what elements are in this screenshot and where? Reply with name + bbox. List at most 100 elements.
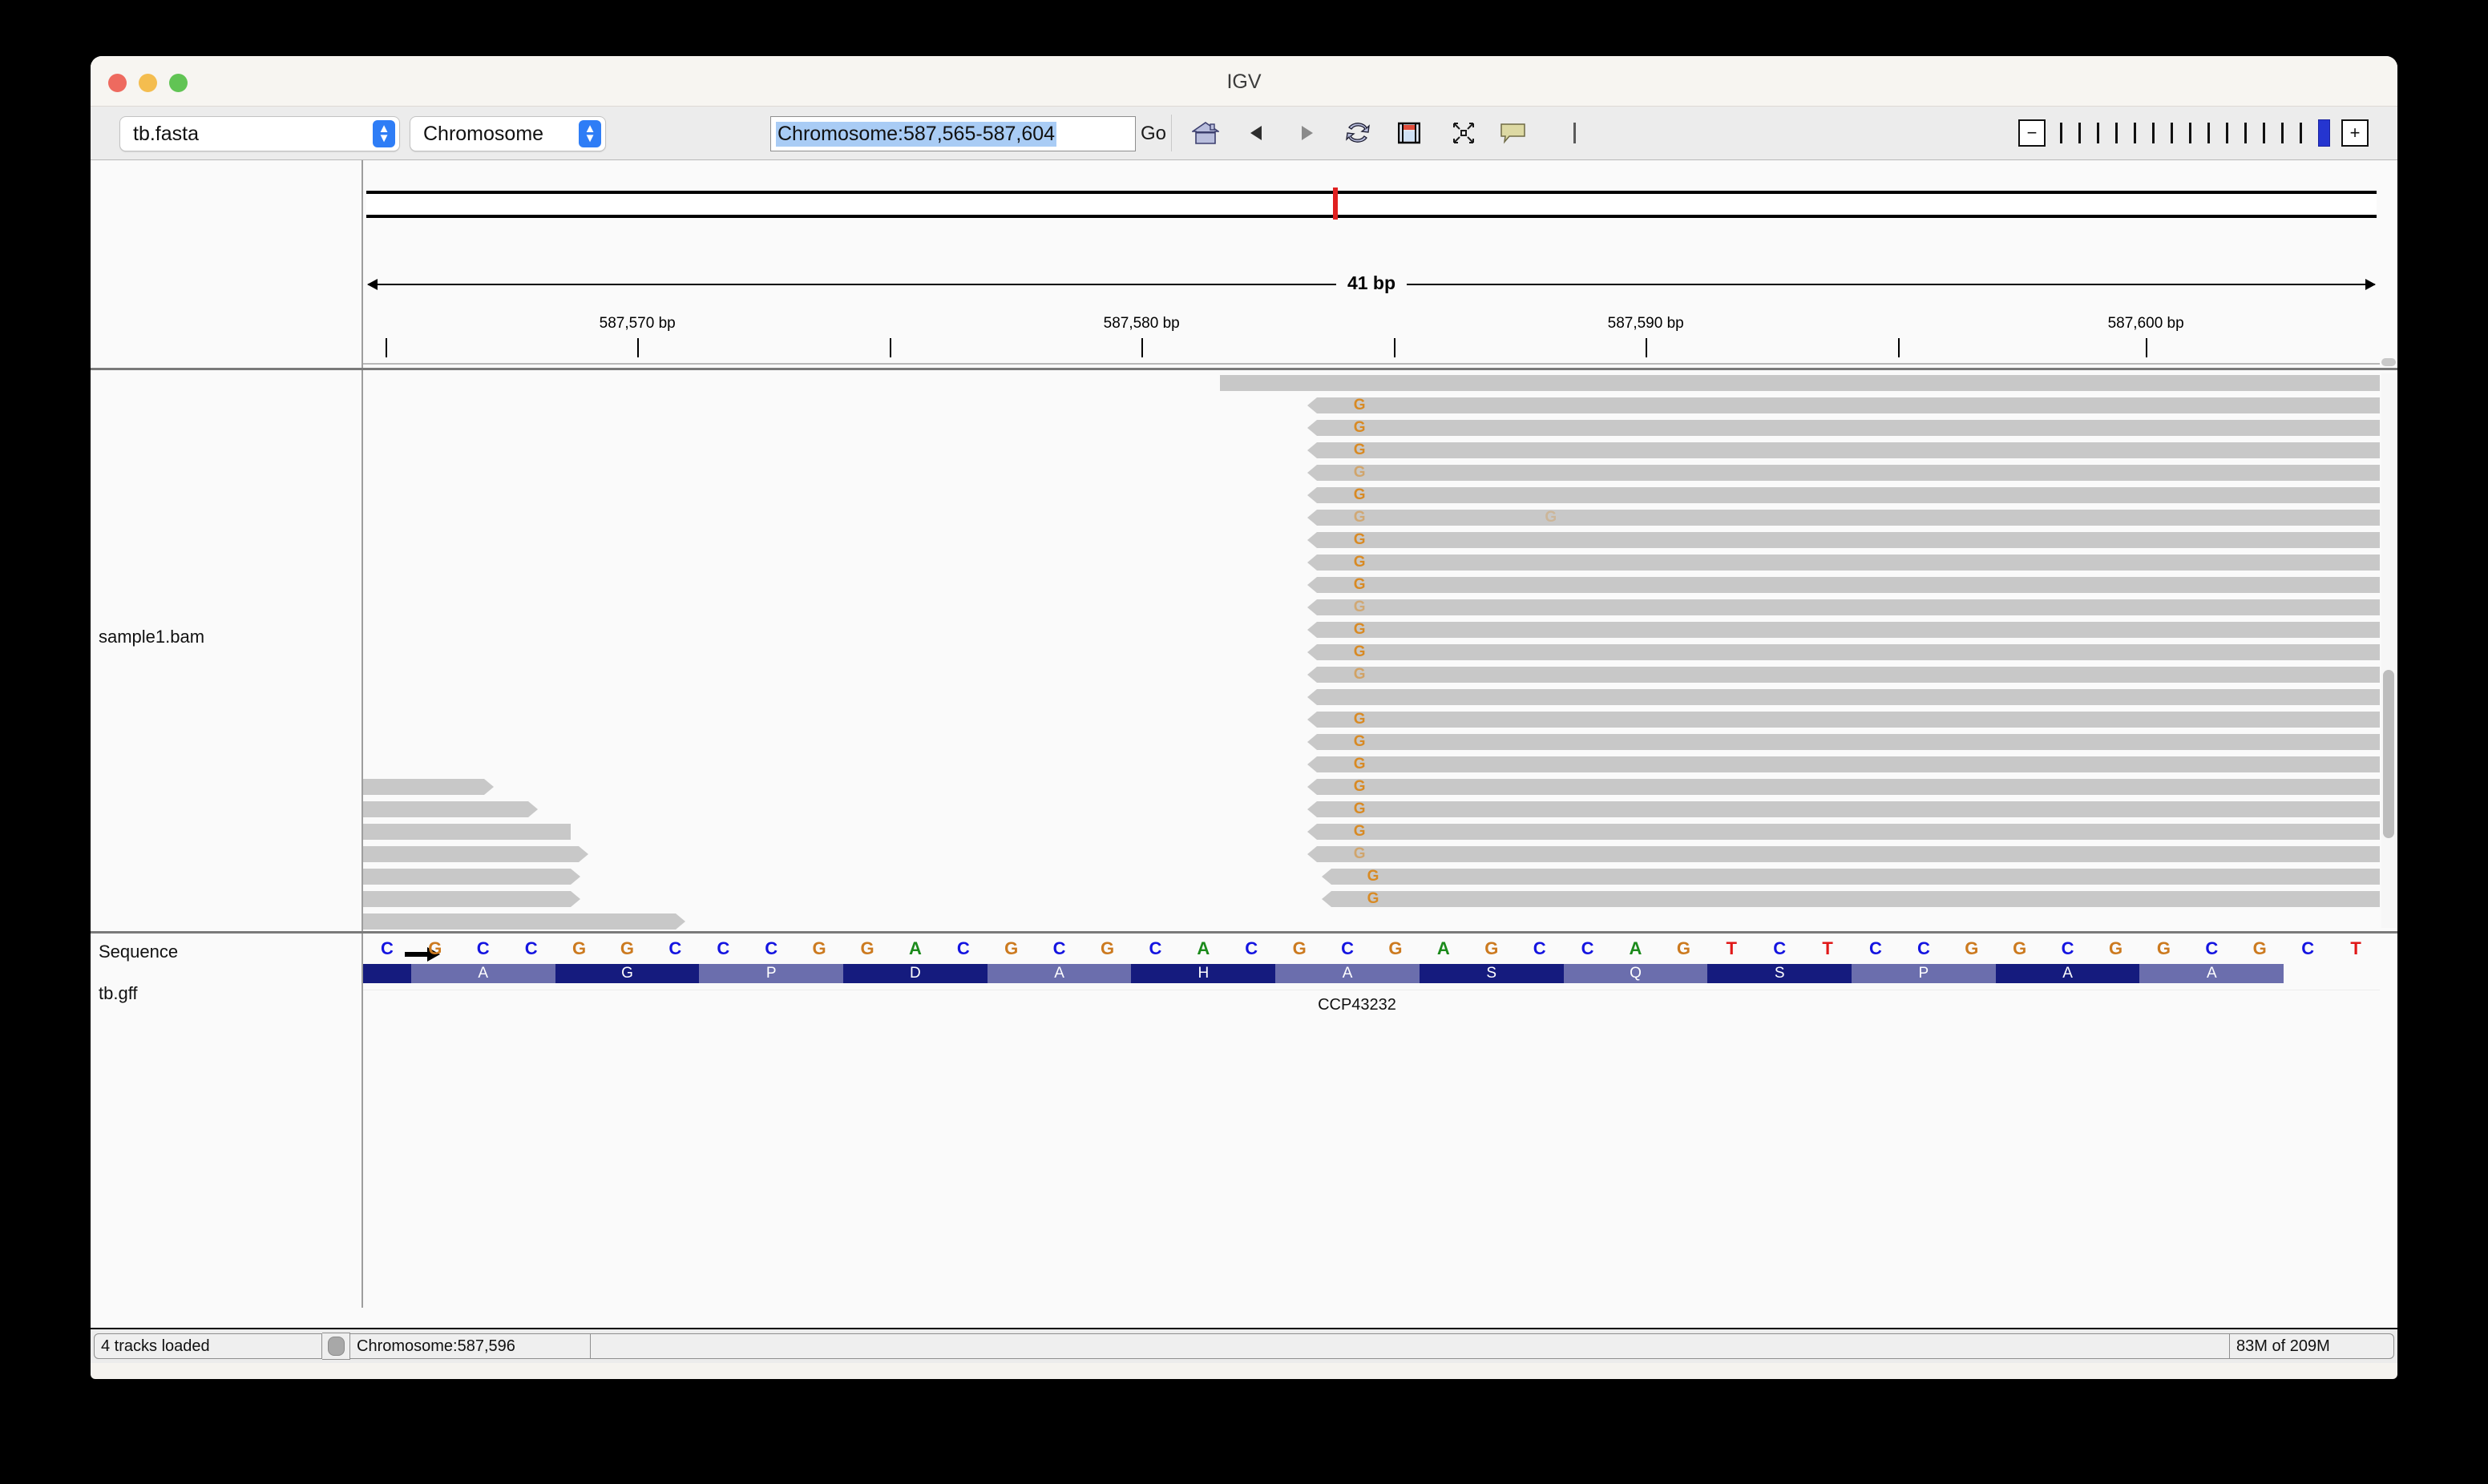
alignment-read[interactable]: G (1307, 397, 2380, 413)
zoom-in-button[interactable]: + (2341, 119, 2369, 147)
alignment-read[interactable]: G (1307, 442, 2380, 458)
alignment-read[interactable]: G (1307, 487, 2380, 503)
sequence-base: A (1436, 938, 1450, 958)
alignment-read[interactable]: G (1307, 644, 2380, 660)
alignment-reads-area[interactable]: GGGGGGGGGGGGGGGGGGGGGGG (363, 370, 2380, 931)
alignment-read[interactable]: G (1307, 622, 2380, 638)
read-mismatch-base: G (1367, 868, 1379, 885)
alignment-read[interactable] (363, 779, 494, 795)
amino-acid-row[interactable]: AGPDAHASQSPAA (363, 964, 2380, 983)
sequence-base: A (908, 938, 922, 958)
zoom-tick[interactable] (2078, 123, 2081, 143)
amino-acid-block[interactable]: D (843, 964, 988, 983)
alignment-scrollbar-thumb[interactable] (2383, 670, 2394, 838)
region-navigator-icon[interactable] (1391, 116, 1428, 150)
alignment-read[interactable] (363, 824, 572, 840)
zoom-slider[interactable]: − + (2018, 118, 2369, 148)
zoom-tick[interactable] (2244, 123, 2247, 143)
alignment-read[interactable]: G (1307, 667, 2380, 683)
amino-acid-block[interactable]: S (1707, 964, 1852, 983)
go-button[interactable]: Go (1141, 123, 1166, 145)
alignment-read[interactable]: G (1307, 599, 2380, 615)
zoom-ticks[interactable] (2052, 119, 2335, 147)
popup-behavior-icon[interactable] (1495, 116, 1532, 150)
amino-acid-block[interactable]: A (1275, 964, 1420, 983)
zoom-tick[interactable] (2263, 123, 2265, 143)
amino-acid-block[interactable]: P (1852, 964, 1996, 983)
sequence-base: C (1052, 938, 1066, 958)
zoom-tick[interactable] (2171, 123, 2173, 143)
alignment-read[interactable]: G (1307, 824, 2380, 840)
ruler-scroll-nub[interactable] (2381, 358, 2396, 366)
fit-to-window-icon[interactable] (1445, 116, 1482, 150)
zoom-tick[interactable] (2060, 123, 2062, 143)
amino-acid-block[interactable]: A (1995, 964, 2140, 983)
alignment-read[interactable]: G (1307, 532, 2380, 548)
track-label-sequence[interactable]: Sequence (99, 942, 178, 962)
window-title: IGV (1226, 71, 1262, 93)
chromosome-ideogram[interactable] (366, 188, 2377, 220)
sequence-base: G (1292, 938, 1307, 958)
alignment-read[interactable]: G (1307, 712, 2380, 728)
zoom-tick[interactable] (2134, 123, 2136, 143)
zoom-tick[interactable] (2097, 123, 2099, 143)
genome-select[interactable]: tb.fasta ▲ ▼ (119, 116, 400, 151)
alignment-read[interactable]: G (1307, 577, 2380, 593)
alignment-read[interactable]: G (1307, 779, 2380, 795)
amino-acid-block[interactable]: A (2139, 964, 2284, 983)
status-memory: 83M of 209M (2230, 1333, 2394, 1359)
genome-select-label: tb.fasta (133, 122, 199, 145)
alignment-read[interactable] (363, 846, 589, 862)
track-label-tb-gff[interactable]: tb.gff (99, 983, 138, 1004)
status-indicator-light (327, 1337, 345, 1356)
amino-acid-block[interactable]: A (987, 964, 1132, 983)
amino-acid-block[interactable]: A (410, 964, 555, 983)
alignment-read[interactable]: G (1307, 734, 2380, 750)
zoom-tick[interactable] (2115, 123, 2118, 143)
amino-acid-block[interactable]: P (699, 964, 844, 983)
sequence-base: T (1822, 938, 1833, 958)
alignment-read[interactable] (363, 869, 581, 885)
locus-input[interactable]: Chromosome:587,565-587,604 (770, 116, 1136, 151)
zoom-tick[interactable] (2189, 123, 2191, 143)
alignment-read[interactable]: G (1307, 756, 2380, 772)
zoom-tick[interactable] (2281, 123, 2284, 143)
back-arrow-icon[interactable] (1238, 116, 1275, 150)
zoom-tick[interactable] (2207, 123, 2210, 143)
zoom-tick[interactable] (2300, 123, 2302, 143)
alignment-read[interactable] (363, 913, 572, 930)
alignment-read[interactable]: G (1307, 420, 2380, 436)
alignment-read[interactable] (363, 891, 581, 907)
alignment-read[interactable]: G (1307, 800, 2380, 817)
sequence-base: A (1197, 938, 1210, 958)
zoom-tick[interactable] (2152, 123, 2155, 143)
amino-acid-block[interactable]: H (1131, 964, 1276, 983)
feature-data-area[interactable]: CGCCGGCCCGGACGCGCACGCGAGCCAGTCTCCGGCGGCG… (363, 934, 2380, 1308)
alignment-read[interactable] (1307, 689, 2380, 705)
alignment-read[interactable]: G (1321, 868, 2380, 885)
amino-acid-block[interactable] (363, 964, 411, 983)
alignment-read[interactable]: G (1307, 554, 2380, 571)
alignment-scrollbar[interactable] (2381, 373, 2396, 928)
amino-acid-block[interactable]: S (1419, 964, 1564, 983)
track-label-sample1-bam[interactable]: sample1.bam (99, 627, 204, 647)
zoom-tick-active[interactable] (2318, 119, 2330, 147)
amino-acid-block[interactable]: Q (1563, 964, 1708, 983)
refresh-icon[interactable] (1339, 116, 1376, 150)
chromosome-select[interactable]: Chromosome ▲ ▼ (410, 116, 606, 151)
ruler-data-column[interactable]: 41 bp 587,570 bp 587,580 bp 587,590 bp 587,… (363, 160, 2380, 368)
alignment-read[interactable]: G (1307, 465, 2380, 481)
zoom-tick[interactable] (2226, 123, 2228, 143)
alignment-read[interactable] (1220, 375, 2380, 391)
ruler-tick-mark (385, 338, 387, 357)
alignment-read[interactable] (363, 801, 539, 817)
forward-arrow-icon[interactable] (1288, 116, 1325, 150)
home-icon[interactable] (1187, 116, 1224, 150)
alignment-read[interactable]: G (1321, 891, 2380, 907)
sequence-row[interactable]: CGCCGGCCCGGACGCGCACGCGAGCCAGTCTCCGGCGGCG… (363, 937, 2380, 962)
amino-acid-block[interactable]: G (555, 964, 700, 983)
alignment-read[interactable]: G (1307, 846, 2380, 862)
alignment-read[interactable]: GG (1307, 510, 2380, 526)
zoom-out-button[interactable]: − (2018, 119, 2046, 147)
read-mismatch-base: G (1353, 800, 1366, 817)
